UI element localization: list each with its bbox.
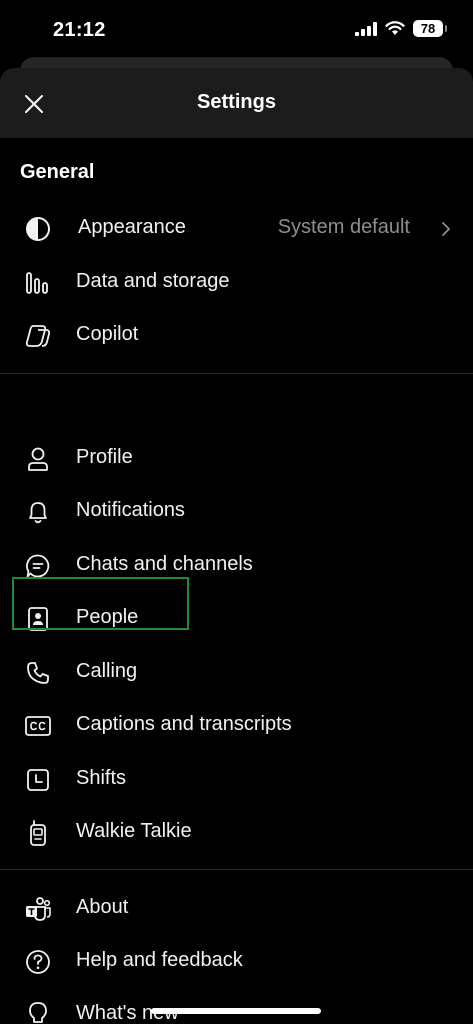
chevron-right-icon <box>442 222 450 236</box>
settings-item-label: About <box>76 896 129 918</box>
phone-icon <box>24 659 52 687</box>
settings-item-label: Shifts <box>76 767 127 789</box>
walkie-talkie-icon <box>24 819 52 847</box>
help-icon <box>24 948 52 976</box>
settings-item-label: Appearance <box>78 216 186 238</box>
settings-item-label: Copilot <box>76 323 139 345</box>
teams-icon <box>24 895 52 923</box>
settings-item-label: Data and storage <box>76 270 230 292</box>
settings-header: Settings <box>0 68 473 138</box>
status-bar: 21:12 78 <box>0 0 473 62</box>
settings-item-whats-new[interactable]: What's new <box>0 989 473 1024</box>
settings-item-data-storage[interactable]: Data and storage <box>0 257 473 307</box>
page-title: Settings <box>197 91 276 113</box>
settings-item-calling[interactable]: Calling <box>0 647 473 697</box>
settings-item-copilot[interactable]: Copilot <box>0 310 473 360</box>
section-divider <box>0 869 473 870</box>
settings-item-label: Help and feedback <box>76 949 243 971</box>
copilot-icon <box>24 322 52 350</box>
section-divider <box>0 373 473 374</box>
clock-icon <box>24 766 52 794</box>
settings-item-label: Calling <box>76 660 138 682</box>
section-title-general: General <box>20 161 95 183</box>
wifi-icon <box>385 21 405 35</box>
settings-item-profile[interactable]: Profile <box>0 433 473 483</box>
settings-item-about[interactable]: About <box>0 883 473 933</box>
status-time: 21:12 <box>53 19 106 41</box>
battery-indicator: 78 <box>413 20 447 37</box>
status-icons: 78 <box>355 20 447 37</box>
cellular-signal-icon <box>355 21 377 36</box>
settings-item-label: Profile <box>76 446 133 468</box>
bars-icon <box>24 269 52 297</box>
settings-item-captions[interactable]: Captions and transcripts <box>0 700 473 750</box>
settings-item-label: Notifications <box>76 499 185 521</box>
bell-icon <box>24 498 52 526</box>
settings-item-label: Captions and transcripts <box>76 713 292 735</box>
selection-highlight <box>12 577 189 630</box>
home-indicator[interactable] <box>151 1008 321 1014</box>
lightbulb-icon <box>24 1001 52 1024</box>
settings-sheet: Settings General Appearance System defau… <box>0 68 473 1024</box>
settings-item-label: Walkie Talkie <box>76 820 192 842</box>
closed-caption-icon <box>24 712 52 740</box>
settings-item-help-feedback[interactable]: Help and feedback <box>0 936 473 986</box>
settings-item-notifications[interactable]: Notifications <box>0 486 473 536</box>
settings-item-label: Chats and channels <box>76 553 253 575</box>
person-icon <box>24 445 52 473</box>
chat-icon <box>24 552 52 580</box>
settings-item-walkie-talkie[interactable]: Walkie Talkie <box>0 807 473 857</box>
settings-item-shifts[interactable]: Shifts <box>0 754 473 804</box>
settings-item-appearance[interactable]: Appearance System default <box>0 203 473 253</box>
contrast-icon <box>24 215 52 243</box>
appearance-value: System default <box>277 216 410 238</box>
